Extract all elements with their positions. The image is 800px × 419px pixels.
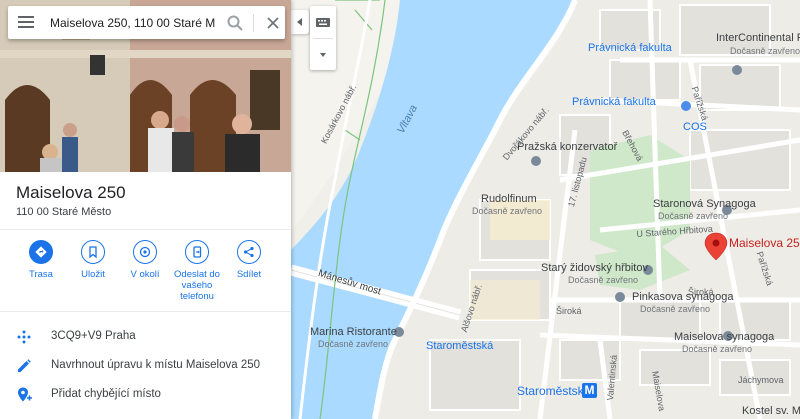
poi-staronova[interactable]: Staronová Synagoga bbox=[653, 198, 756, 210]
menu-button[interactable] bbox=[16, 13, 36, 33]
close-icon bbox=[267, 17, 279, 29]
more-row[interactable] bbox=[0, 409, 291, 419]
poi-maiselova-synagoga-status: Dočasně zavřeno bbox=[682, 344, 753, 354]
map-input-tools bbox=[310, 6, 336, 70]
poi-rudolfinum-status: Dočasně zavřeno bbox=[472, 206, 543, 216]
pin-label-maiselova-250[interactable]: Maiselova 250 bbox=[729, 237, 800, 249]
poi-marina[interactable]: Marina Ristorante bbox=[310, 326, 397, 338]
action-label: Odeslat do vašeho telefonu bbox=[174, 269, 220, 302]
input-tools-dropdown[interactable] bbox=[310, 39, 336, 69]
search-icon bbox=[227, 15, 243, 31]
divider bbox=[0, 229, 291, 230]
nearby-icon bbox=[133, 240, 157, 264]
poi-staromestska-1[interactable]: Staroměstská bbox=[426, 340, 493, 352]
label-icon bbox=[15, 415, 33, 419]
bookmark-icon bbox=[81, 240, 105, 264]
share-button[interactable]: Sdílet bbox=[221, 240, 277, 280]
poi-intercontinental[interactable]: InterContinental Prague bbox=[716, 32, 800, 44]
poi-kostel[interactable]: Kostel sv. Mi bbox=[742, 405, 800, 417]
place-subtitle: 110 00 Staré Město bbox=[16, 206, 112, 218]
place-photo[interactable] bbox=[0, 0, 291, 172]
action-label: Trasa bbox=[29, 269, 53, 280]
poi-prazska-konzervator[interactable]: Pražská konzervatoř bbox=[517, 141, 617, 153]
close-button[interactable] bbox=[263, 13, 283, 33]
nearby-button[interactable]: V okolí bbox=[117, 240, 173, 280]
poi-intercontinental-status: Dočasně zavřeno bbox=[730, 46, 800, 56]
send-to-phone-button[interactable]: Odeslat do vašeho telefonu bbox=[169, 240, 225, 302]
search-button[interactable] bbox=[225, 13, 245, 33]
action-label: Uložit bbox=[81, 269, 105, 280]
street-siroka-1: Široká bbox=[556, 306, 582, 316]
place-title: Maiselova 250 bbox=[16, 183, 126, 202]
add-place-text: Přidat chybějící místo bbox=[51, 388, 161, 400]
divider bbox=[0, 311, 291, 312]
add-place-row[interactable]: Přidat chybějící místo bbox=[0, 380, 291, 408]
search-box bbox=[8, 6, 285, 39]
poi-cos[interactable]: COS bbox=[683, 121, 707, 133]
collapse-panel-button[interactable] bbox=[291, 10, 309, 34]
poi-pravnicka-fakulta-2[interactable]: Právnická fakulta bbox=[572, 96, 656, 108]
poi-pravnicka-fakulta-1[interactable]: Právnická fakulta bbox=[588, 42, 672, 54]
send-to-phone-icon bbox=[185, 240, 209, 264]
plus-code-icon bbox=[17, 330, 31, 344]
place-panel: Maiselova 250 110 00 Staré Město Trasa U… bbox=[0, 0, 291, 419]
action-label: Sdílet bbox=[236, 269, 262, 280]
chevron-left-icon bbox=[297, 18, 302, 26]
hamburger-icon bbox=[18, 16, 34, 18]
poi-rudolfinum[interactable]: Rudolfinum bbox=[481, 193, 537, 205]
poi-stary-hrbitov-status: Dočasně zavřeno bbox=[568, 275, 639, 285]
directions-icon bbox=[29, 240, 53, 264]
poi-stary-hrbitov[interactable]: Starý židovský hřbitov bbox=[541, 262, 648, 274]
searchbox-divider bbox=[253, 14, 254, 32]
poi-marina-status: Dočasně zavřeno bbox=[318, 339, 389, 349]
action-label: V okolí bbox=[130, 269, 160, 280]
save-button[interactable]: Uložit bbox=[65, 240, 121, 280]
keyboard-icon bbox=[316, 18, 330, 27]
poi-maiselova-synagoga[interactable]: Maiselova synagoga bbox=[674, 331, 774, 343]
poi-staromestska-2[interactable]: Staroměstská bbox=[517, 385, 590, 397]
street-siroka-2: Široká bbox=[688, 287, 714, 297]
search-input[interactable] bbox=[50, 14, 215, 32]
directions-button[interactable]: Trasa bbox=[13, 240, 69, 280]
keyboard-button[interactable] bbox=[310, 6, 336, 38]
poi-pinkasova-status: Dočasně zavřeno bbox=[640, 304, 711, 314]
share-icon bbox=[237, 240, 261, 264]
poi-staronova-status: Dočasně zavřeno bbox=[658, 211, 729, 221]
poi-pinkasova[interactable]: Pinkasova synagoga bbox=[632, 291, 734, 303]
suggest-edit-text: Navrhnout úpravu k místu Maiselova 250 bbox=[51, 359, 261, 371]
pencil-icon bbox=[18, 359, 31, 372]
metro-icon: M bbox=[582, 383, 597, 398]
street-jachymova: Jáchymova bbox=[738, 375, 784, 385]
add-place-icon bbox=[18, 387, 32, 402]
suggest-edit-row[interactable]: Navrhnout úpravu k místu Maiselova 250 bbox=[0, 351, 291, 379]
plus-code-row[interactable]: 3CQ9+V9 Praha bbox=[0, 322, 291, 350]
caret-down-icon bbox=[320, 53, 326, 57]
plus-code-text: 3CQ9+V9 Praha bbox=[51, 330, 136, 342]
